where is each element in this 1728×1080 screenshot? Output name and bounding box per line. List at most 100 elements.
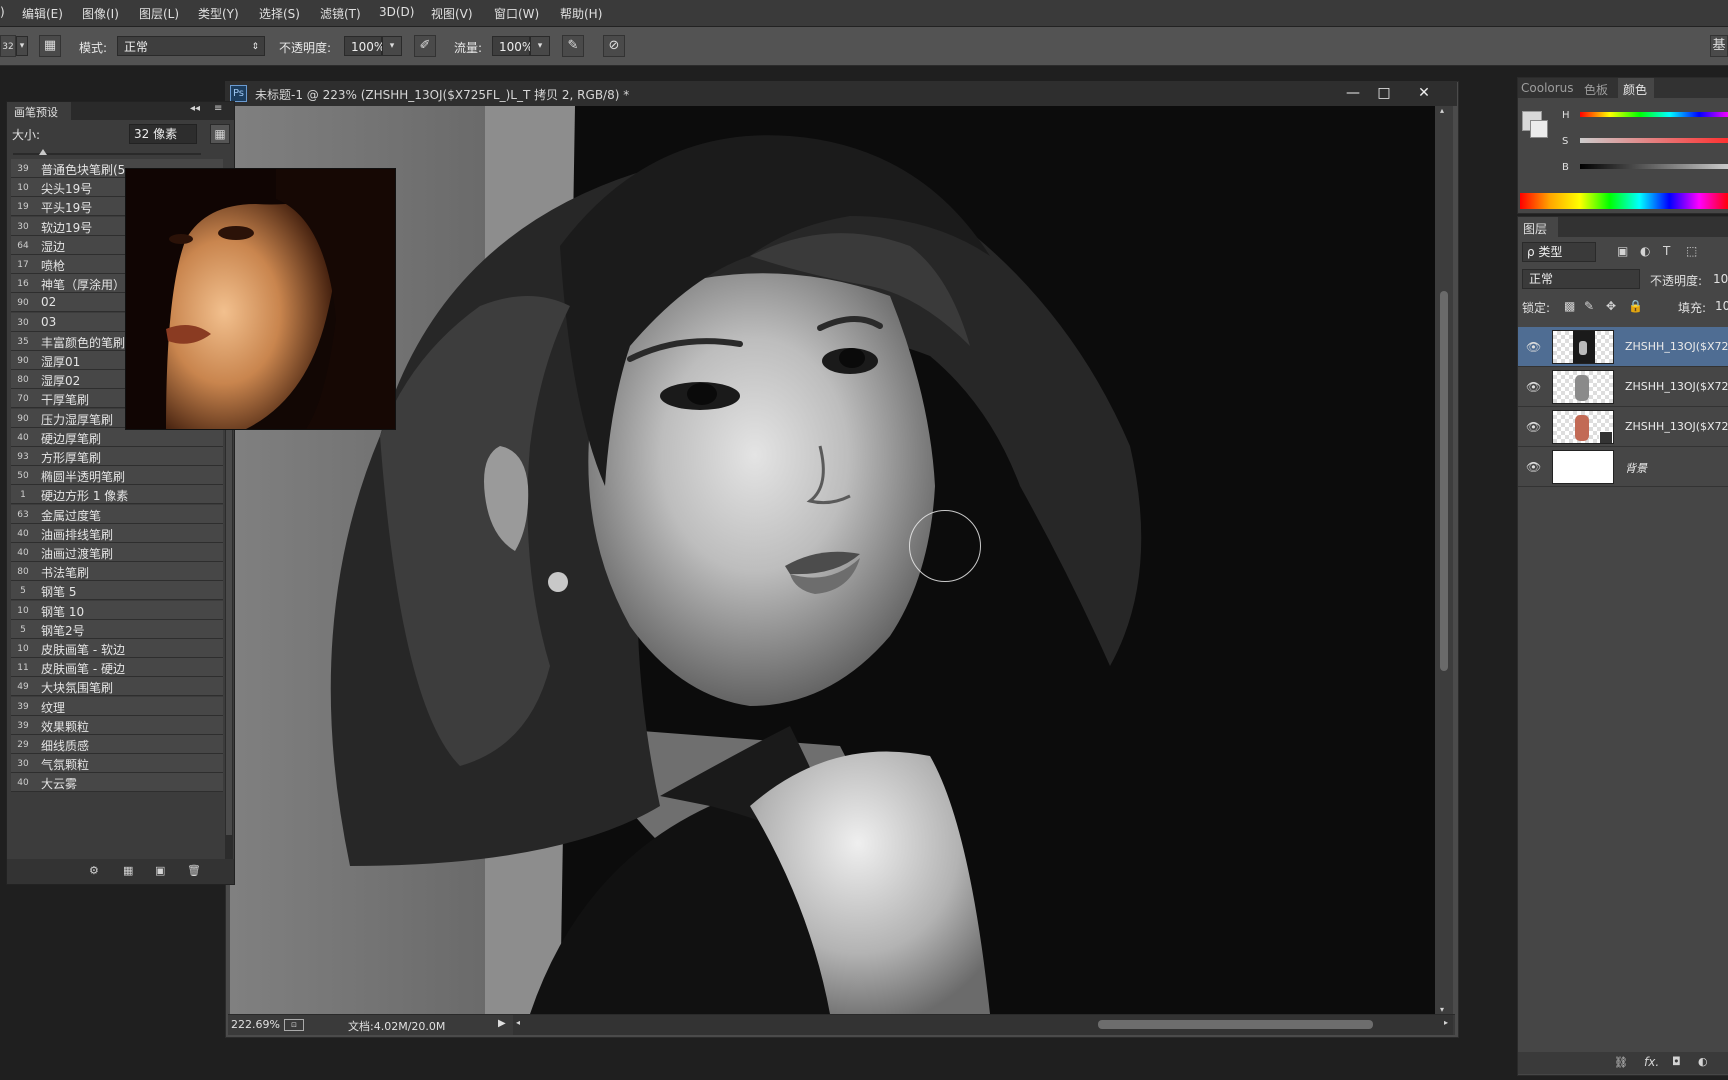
layer-row[interactable]: 👁 ZHSHH_13OJ($X72: [1518, 407, 1728, 447]
horizontal-scrollbar[interactable]: ◂ ▸: [513, 1015, 1453, 1035]
eye-icon[interactable]: 👁: [1526, 380, 1541, 394]
size-slider[interactable]: [13, 149, 201, 155]
scroll-down-icon[interactable]: ▾: [1440, 1005, 1444, 1014]
menu-layer[interactable]: 图层(L): [139, 5, 179, 22]
scroll-up-icon[interactable]: ▴: [1440, 106, 1444, 115]
status-menu-icon[interactable]: ▶: [498, 1018, 506, 1029]
horizontal-scroll-thumb[interactable]: [1098, 1020, 1373, 1029]
fill-value[interactable]: 10: [1715, 299, 1728, 313]
tab-brush-presets[interactable]: 画笔预设: [7, 102, 71, 120]
tab-layers[interactable]: 图层: [1518, 217, 1558, 237]
flow-input[interactable]: 100%: [492, 36, 533, 56]
background-color-swatch[interactable]: [1530, 120, 1548, 138]
filter-shape-icon[interactable]: ⬚: [1686, 244, 1697, 258]
minimize-button[interactable]: —: [1340, 85, 1366, 102]
scroll-left-icon[interactable]: ◂: [516, 1018, 520, 1027]
lock-move-icon[interactable]: ✥: [1606, 299, 1616, 313]
document-title-bar[interactable]: Ps 未标题-1 @ 223% (ZHSHH_13OJ($X725FL_)L_T…: [225, 81, 1457, 106]
lock-all-icon[interactable]: 🔒: [1628, 299, 1643, 313]
brush-preset-item[interactable]: 63 金属过度笔: [11, 504, 223, 524]
brush-preset-item[interactable]: 5 钢笔 5: [11, 581, 223, 601]
eye-icon[interactable]: 👁: [1526, 460, 1541, 474]
brush-preset-item[interactable]: 39 纹理: [11, 696, 223, 716]
tab-coolorus[interactable]: Coolorus: [1521, 81, 1574, 95]
workspace-button[interactable]: 基: [1710, 35, 1728, 57]
zoom-level[interactable]: 222.69%: [231, 1018, 280, 1031]
color-ramp[interactable]: [1520, 193, 1728, 209]
layer-opacity-value[interactable]: 10: [1713, 272, 1728, 286]
vertical-scroll-thumb[interactable]: [1440, 291, 1448, 671]
opacity-input[interactable]: 100%: [344, 36, 385, 56]
brightness-slider[interactable]: [1580, 164, 1728, 169]
canvas-vertical-scrollbar[interactable]: ▴ ▾: [1435, 106, 1453, 1014]
panel-menu-icon[interactable]: ≡: [214, 103, 222, 114]
brush-panel-toggle-icon[interactable]: ▦: [39, 35, 61, 57]
new-preset-icon[interactable]: ▣: [155, 864, 165, 877]
hue-slider[interactable]: [1580, 112, 1728, 117]
brush-preset-item[interactable]: 5 钢笔2号: [11, 619, 223, 639]
collapse-icon[interactable]: ◂◂: [190, 103, 200, 114]
fx-icon[interactable]: fx.: [1644, 1055, 1659, 1069]
brush-preset-item[interactable]: 39 效果颗粒: [11, 715, 223, 735]
adjustment-layer-icon[interactable]: ◐: [1698, 1055, 1708, 1068]
menu-view[interactable]: 视图(V): [431, 5, 473, 22]
close-button[interactable]: ✕: [1411, 85, 1437, 102]
menu-filter[interactable]: 滤镜(T): [320, 5, 361, 22]
menu-type[interactable]: 类型(Y): [198, 5, 239, 22]
link-layers-icon[interactable]: ⛓: [1614, 1056, 1628, 1069]
brush-preset-item[interactable]: 49 大块氛围笔刷: [11, 677, 223, 697]
menu-3d[interactable]: 3D(D): [379, 5, 414, 19]
brush-preset-item[interactable]: 50 椭圆半透明笔刷: [11, 466, 223, 486]
lock-paint-icon[interactable]: ✎: [1584, 299, 1594, 313]
scroll-right-icon[interactable]: ▸: [1444, 1018, 1448, 1027]
eye-icon[interactable]: 👁: [1526, 420, 1541, 434]
size-slider-handle[interactable]: [39, 149, 47, 155]
canvas[interactable]: [230, 106, 1435, 1014]
brush-preset-item[interactable]: 40 硬边厚笔刷: [11, 427, 223, 447]
menu-select[interactable]: 选择(S): [259, 5, 300, 22]
brush-preset-item[interactable]: 40 油画排线笔刷: [11, 523, 223, 543]
eye-icon[interactable]: 👁: [1526, 340, 1541, 354]
layer-row[interactable]: 👁 ZHSHH_13OJ($X72: [1518, 327, 1728, 367]
brush-preset-item[interactable]: 80 书法笔刷: [11, 562, 223, 582]
mode-select[interactable]: 正常 ⇕: [117, 36, 265, 56]
saturation-slider[interactable]: [1580, 138, 1728, 143]
menu-help[interactable]: 帮助(H): [560, 5, 602, 22]
pressure-opacity-icon[interactable]: ✐: [414, 35, 436, 57]
layer-mask-icon[interactable]: ◘: [1672, 1055, 1681, 1068]
brush-preset-item[interactable]: 29 细线质感: [11, 735, 223, 754]
lock-transparency-icon[interactable]: ▩: [1564, 299, 1575, 313]
filter-adjustment-icon[interactable]: ◐: [1640, 244, 1650, 258]
menu-image[interactable]: 图像(I): [82, 5, 119, 22]
airbrush-icon[interactable]: ✎: [562, 35, 584, 57]
brush-preset-item[interactable]: 40 大云雾: [11, 773, 223, 793]
size-input[interactable]: 32 像素: [129, 124, 197, 144]
restore-button[interactable]: □: [1371, 85, 1397, 102]
tab-color[interactable]: 颜色: [1618, 78, 1654, 98]
brush-preset-item[interactable]: 93 方形厚笔刷: [11, 447, 223, 466]
filter-type-icon[interactable]: T: [1663, 244, 1670, 258]
menu-edit[interactable]: 编辑(E): [22, 5, 63, 22]
brush-preset-item[interactable]: 11 皮肤画笔 - 硬边: [11, 658, 223, 678]
pressure-size-icon[interactable]: ⊘: [603, 35, 625, 57]
proof-setup-icon[interactable]: ⊡: [284, 1019, 304, 1031]
flow-dropdown[interactable]: ▾: [530, 36, 550, 56]
grid-view-icon[interactable]: ▦: [123, 864, 133, 877]
opacity-dropdown[interactable]: ▾: [382, 36, 402, 56]
toggle-brush-panel-icon[interactable]: ⚙: [89, 864, 99, 877]
menu-window[interactable]: 窗口(W): [494, 5, 539, 22]
brush-preset-item[interactable]: 30 气氛颗粒: [11, 754, 223, 774]
filter-pixel-icon[interactable]: ▣: [1617, 244, 1628, 258]
brush-preset-item[interactable]: 40 油画过渡笔刷: [11, 543, 223, 562]
brush-preset-item[interactable]: 10 皮肤画笔 - 软边: [11, 639, 223, 658]
layer-filter-select[interactable]: ρ 类型: [1522, 242, 1596, 262]
layer-row[interactable]: 👁 ZHSHH_13OJ($X72: [1518, 367, 1728, 407]
tab-swatches[interactable]: 色板: [1584, 81, 1608, 98]
trash-icon[interactable]: 🗑: [187, 864, 201, 877]
brush-size-dropdown[interactable]: ▾: [16, 36, 28, 56]
blend-mode-select[interactable]: 正常: [1522, 269, 1640, 289]
brush-options-icon[interactable]: ▦: [210, 124, 230, 144]
brush-preset-item[interactable]: 10 钢笔 10: [11, 600, 223, 620]
brush-preset-item[interactable]: 1 硬边方形 1 像素: [11, 485, 223, 505]
layer-row[interactable]: 👁 背景: [1518, 447, 1728, 487]
